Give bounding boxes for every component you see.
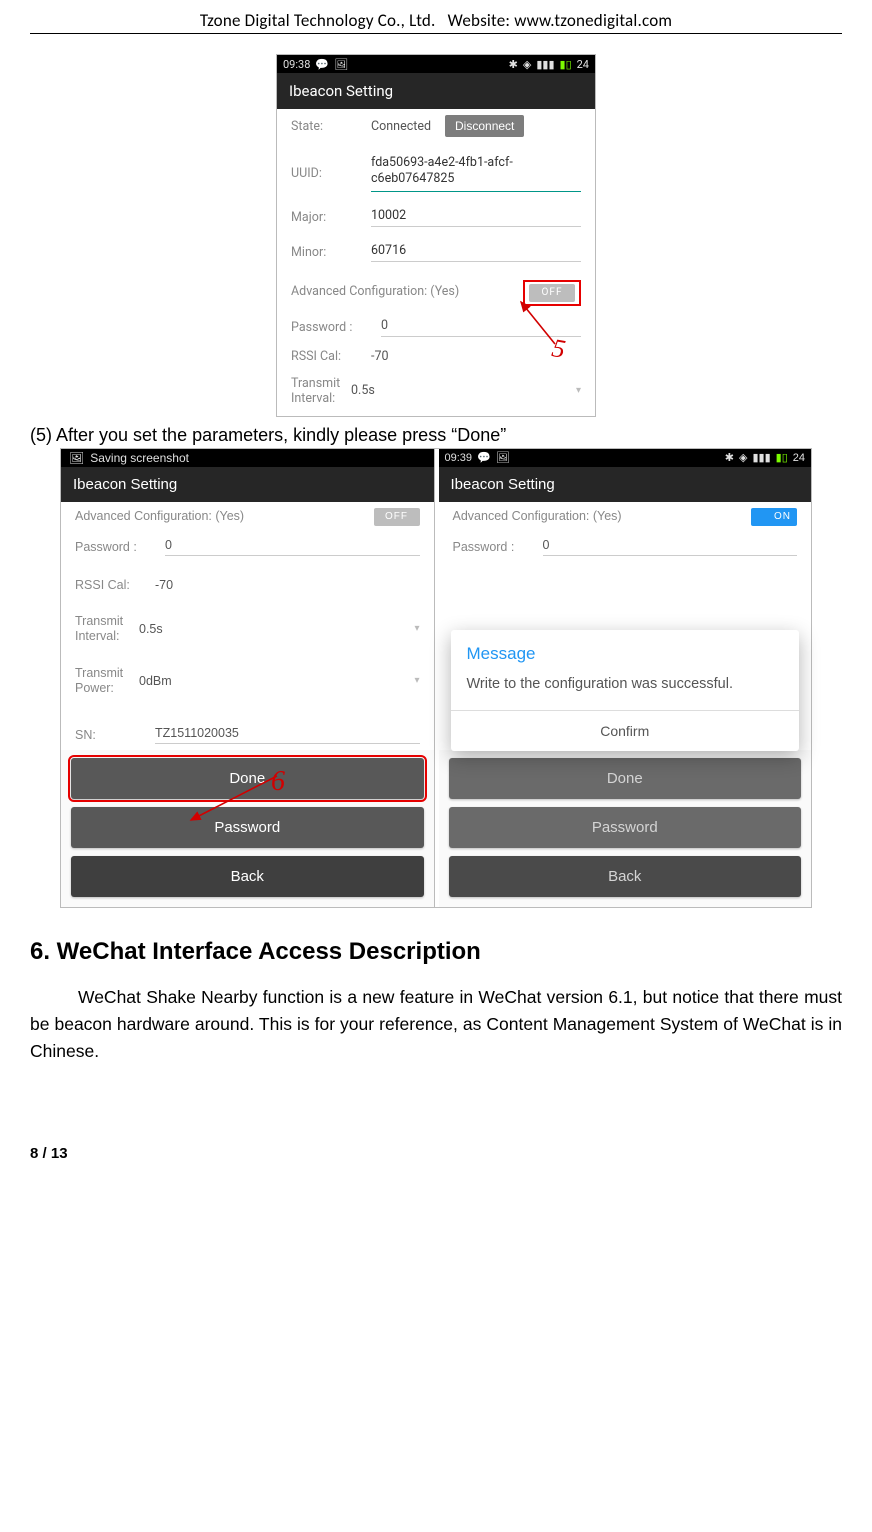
battery-pct: 24 (793, 452, 805, 464)
section-6-body: WeChat Shake Nearby function is a new fe… (30, 984, 842, 1065)
minor-label: Minor: (291, 245, 371, 260)
done-button[interactable]: Done (449, 758, 802, 799)
tx-interval-label: Transmit Interval: (75, 614, 139, 644)
screenshot-ibeacon-done: 🖼 Saving screenshot Ibeacon Setting Adva… (61, 449, 435, 907)
total-pages: 13 (51, 1145, 68, 1162)
website-url: www.tzonedigital.com (514, 10, 672, 31)
rssi-value: -70 (155, 578, 420, 592)
password-button[interactable]: Password (71, 807, 424, 848)
chat-icon: 💬 (477, 451, 491, 464)
bluetooth-icon: ✱ (725, 451, 734, 464)
password-label: Password : (291, 320, 381, 335)
dropdown-icon[interactable]: ▾ (576, 385, 581, 396)
dropdown-icon[interactable]: ▾ (414, 623, 419, 634)
back-button[interactable]: Back (71, 856, 424, 897)
password-button[interactable]: Password (449, 807, 802, 848)
page-footer: 8 / 13 (30, 1145, 842, 1162)
tx-interval-value[interactable]: 0.5s (139, 622, 414, 636)
password-label: Password : (75, 540, 165, 554)
website-label: Website: (448, 10, 515, 31)
tx-power-label: Transmit Power: (75, 666, 139, 696)
major-label: Major: (291, 210, 371, 225)
state-label: State: (291, 119, 371, 134)
status-bar: 09:38 💬 🖼 ✱ ◈ ▮▮▮ ▮▯ 24 (277, 55, 595, 73)
battery-icon: ▮▯ (560, 58, 572, 71)
tx-interval-label: Transmit Interval: (291, 376, 351, 406)
signal-icon: ▮▮▮ (752, 451, 770, 464)
back-button[interactable]: Back (449, 856, 802, 897)
success-dialog: Message Write to the configuration was s… (451, 630, 800, 751)
saving-banner: 🖼 Saving screenshot (61, 449, 434, 467)
password-input[interactable]: 0 (165, 538, 420, 556)
advanced-config-label: Advanced Configuration: (Yes) (75, 508, 244, 524)
advanced-toggle[interactable]: OFF (374, 508, 420, 526)
state-value: Connected (371, 119, 431, 134)
section-6-heading: 6. WeChat Interface Access Description (30, 938, 842, 966)
status-bar: 09:39 💬 🖼 ✱ ◈ ▮▮▮ ▮▯ 24 (439, 449, 812, 467)
tx-power-value[interactable]: 0dBm (139, 674, 414, 688)
password-input[interactable]: 0 (543, 538, 798, 556)
advanced-toggle[interactable]: ON (751, 508, 797, 526)
dialog-confirm-button[interactable]: Confirm (451, 711, 800, 751)
wifi-icon: ◈ (523, 58, 531, 71)
clock: 09:39 (445, 452, 473, 464)
dialog-message: Write to the configuration was successfu… (451, 670, 800, 711)
app-title: Ibeacon Setting (439, 467, 812, 502)
company-name: Tzone Digital Technology Co., Ltd. (200, 10, 436, 31)
signal-icon: ▮▮▮ (536, 58, 554, 71)
password-input[interactable]: 0 (381, 318, 581, 337)
sn-label: SN: (75, 728, 155, 742)
advanced-toggle[interactable]: OFF (529, 284, 575, 302)
battery-pct: 24 (577, 58, 589, 71)
battery-icon: ▮▯ (776, 451, 788, 464)
uuid-input[interactable]: fda50693-a4e2-4fb1-afcf-c6eb07647825 (371, 155, 581, 192)
image-icon: 🖼 (334, 58, 348, 71)
annotation-6: 6 (271, 766, 285, 798)
wifi-icon: ◈ (739, 451, 747, 464)
advanced-config-label: Advanced Configuration: (Yes) (291, 284, 459, 300)
app-title: Ibeacon Setting (61, 467, 434, 502)
screenshot-ibeacon-top: 09:38 💬 🖼 ✱ ◈ ▮▮▮ ▮▯ 24 Ibeacon Setting … (276, 54, 596, 417)
screenshot-pair: 🖼 Saving screenshot Ibeacon Setting Adva… (60, 448, 812, 908)
disconnect-button[interactable]: Disconnect (445, 115, 524, 137)
image-icon: 🖼 (496, 451, 510, 464)
bluetooth-icon: ✱ (509, 58, 518, 71)
sn-value: TZ1511020035 (155, 726, 420, 744)
document-header: Tzone Digital Technology Co., Ltd. Websi… (30, 10, 842, 34)
image-icon: 🖼 (69, 451, 84, 465)
dropdown-icon[interactable]: ▾ (414, 675, 419, 686)
minor-input[interactable]: 60716 (371, 243, 581, 262)
dialog-title: Message (451, 630, 800, 670)
caption-step-5: (5) After you set the parameters, kindly… (30, 425, 842, 446)
done-button[interactable]: Done (71, 758, 424, 799)
rssi-label: RSSI Cal: (291, 349, 371, 364)
tx-interval-value[interactable]: 0.5s (351, 383, 576, 398)
clock: 09:38 (283, 58, 310, 71)
password-label: Password : (453, 540, 543, 554)
major-input[interactable]: 10002 (371, 208, 581, 227)
uuid-label: UUID: (291, 166, 371, 181)
chat-icon: 💬 (315, 58, 329, 71)
annotation-box-5: OFF (523, 280, 581, 306)
app-title: Ibeacon Setting (277, 73, 595, 109)
screenshot-ibeacon-success: 09:39 💬 🖼 ✱ ◈ ▮▮▮ ▮▯ 24 Ibeacon Setting … (439, 449, 812, 907)
advanced-config-label: Advanced Configuration: (Yes) (453, 508, 622, 524)
rssi-label: RSSI Cal: (75, 578, 155, 592)
